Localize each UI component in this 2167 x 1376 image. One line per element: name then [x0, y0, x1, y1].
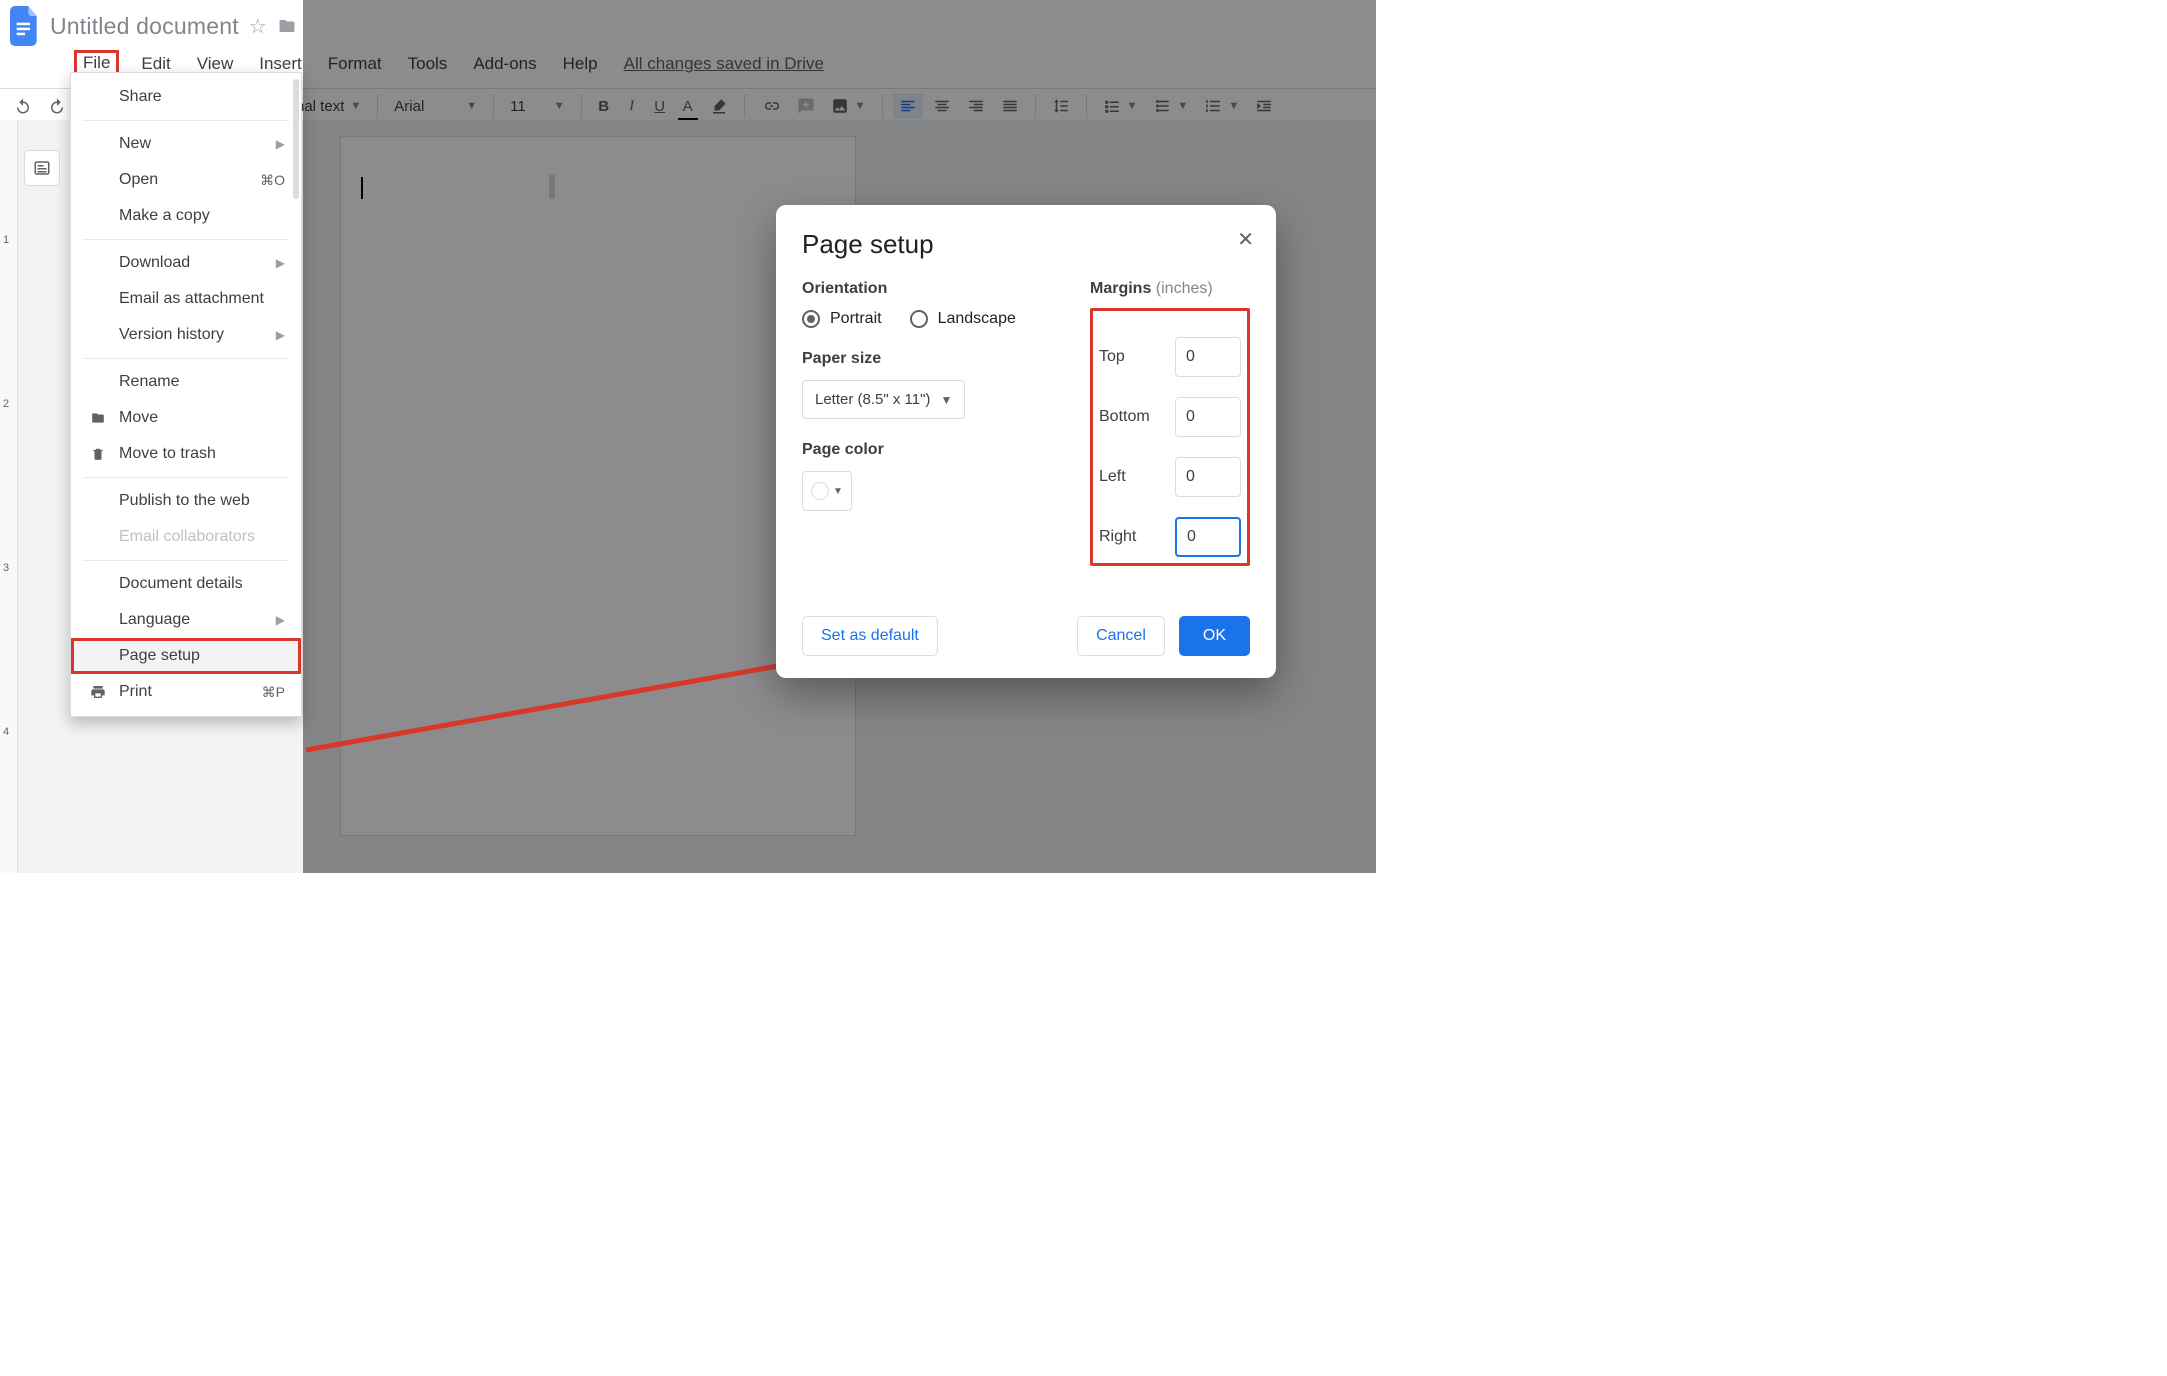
margin-right-label: Right — [1099, 528, 1136, 546]
color-swatch — [811, 482, 829, 500]
radio-icon — [910, 310, 928, 328]
menu-label: Language — [119, 611, 264, 629]
menu-label: Share — [119, 88, 285, 106]
menu-item-page-setup[interactable]: Page setup — [71, 638, 301, 674]
vruler-number: 1 — [3, 234, 9, 246]
margin-left-label: Left — [1099, 468, 1126, 486]
star-icon[interactable]: ☆ — [249, 14, 267, 39]
page-setup-dialog: ✕ Page setup Orientation Portrait Landsc… — [776, 205, 1276, 678]
outline-toggle-button[interactable] — [24, 150, 60, 186]
close-button[interactable]: ✕ — [1237, 227, 1254, 252]
menu-label: Email as attachment — [119, 290, 285, 308]
orientation-portrait-radio[interactable]: Portrait — [802, 310, 882, 328]
menu-item-rename[interactable]: Rename — [71, 364, 301, 400]
submenu-caret-icon: ▶ — [276, 137, 285, 151]
menu-label: Download — [119, 254, 264, 272]
vruler-number: 3 — [3, 562, 9, 574]
submenu-caret-icon: ▶ — [276, 613, 285, 627]
move-folder-icon[interactable] — [277, 17, 297, 35]
menu-shortcut: ⌘P — [262, 684, 285, 701]
redo-button[interactable] — [42, 93, 72, 119]
radio-label: Landscape — [938, 310, 1016, 328]
menu-item-share[interactable]: Share — [71, 79, 301, 115]
trash-icon — [89, 446, 107, 462]
undo-button[interactable] — [8, 93, 38, 119]
radio-label: Portrait — [830, 310, 882, 328]
menu-label: Open — [119, 171, 248, 189]
menu-label: Make a copy — [119, 207, 285, 225]
menu-label: Page setup — [119, 647, 285, 665]
radio-icon — [802, 310, 820, 328]
margin-top-label: Top — [1099, 348, 1125, 366]
margin-right-input[interactable] — [1175, 517, 1241, 557]
paper-size-select[interactable]: Letter (8.5" x 11") ▼ — [802, 380, 965, 419]
set-default-button[interactable]: Set as default — [802, 616, 938, 656]
margin-left-input[interactable] — [1175, 457, 1241, 497]
chevron-down-icon: ▼ — [833, 486, 843, 497]
select-value: Letter (8.5" x 11") — [815, 391, 930, 408]
menu-item-email-attachment[interactable]: Email as attachment — [71, 281, 301, 317]
menu-label: Rename — [119, 373, 285, 391]
menu-item-email-collab: Email collaborators — [71, 519, 301, 555]
menu-label: Document details — [119, 575, 285, 593]
menu-label: Version history — [119, 326, 264, 344]
chevron-down-icon: ▼ — [940, 393, 952, 407]
menu-item-move-trash[interactable]: Move to trash — [71, 436, 301, 472]
menu-item-new[interactable]: New ▶ — [71, 126, 301, 162]
page-color-select[interactable]: ▼ — [802, 471, 852, 511]
file-dropdown-menu: Share New ▶ Open ⌘O Make a copy Download… — [70, 72, 302, 717]
vruler-number: 2 — [3, 398, 9, 410]
margins-label: Margins — [1090, 280, 1151, 297]
ok-button[interactable]: OK — [1179, 616, 1250, 656]
menu-item-make-copy[interactable]: Make a copy — [71, 198, 301, 234]
menu-label: Move to trash — [119, 445, 285, 463]
vruler-number: 4 — [3, 726, 9, 738]
margin-bottom-input[interactable] — [1175, 397, 1241, 437]
menu-item-download[interactable]: Download ▶ — [71, 245, 301, 281]
print-icon — [89, 684, 107, 700]
paper-size-label: Paper size — [802, 350, 1060, 368]
vertical-ruler[interactable]: 1 2 3 4 — [0, 120, 18, 873]
folder-icon — [89, 411, 107, 425]
margins-unit: (inches) — [1156, 280, 1213, 297]
page-color-label: Page color — [802, 441, 1060, 459]
menu-label: New — [119, 135, 264, 153]
margin-top-input[interactable] — [1175, 337, 1241, 377]
margin-bottom-label: Bottom — [1099, 408, 1150, 426]
cancel-button[interactable]: Cancel — [1077, 616, 1165, 656]
menu-item-doc-details[interactable]: Document details — [71, 566, 301, 602]
menu-shortcut: ⌘O — [260, 172, 285, 189]
menu-item-version-history[interactable]: Version history ▶ — [71, 317, 301, 353]
menu-item-print[interactable]: Print ⌘P — [71, 674, 301, 710]
orientation-label: Orientation — [802, 280, 1060, 298]
menu-label: Print — [119, 683, 250, 701]
docs-logo-icon[interactable] — [10, 6, 40, 46]
menu-item-open[interactable]: Open ⌘O — [71, 162, 301, 198]
dialog-title: Page setup — [802, 229, 1250, 260]
menu-label: Move — [119, 409, 285, 427]
menu-label: Email collaborators — [119, 528, 285, 546]
menu-item-publish-web[interactable]: Publish to the web — [71, 483, 301, 519]
menu-label: Publish to the web — [119, 492, 285, 510]
orientation-landscape-radio[interactable]: Landscape — [910, 310, 1016, 328]
menu-item-move[interactable]: Move — [71, 400, 301, 436]
document-title[interactable]: Untitled document — [50, 13, 239, 40]
submenu-caret-icon: ▶ — [276, 256, 285, 270]
submenu-caret-icon: ▶ — [276, 328, 285, 342]
menu-item-language[interactable]: Language ▶ — [71, 602, 301, 638]
